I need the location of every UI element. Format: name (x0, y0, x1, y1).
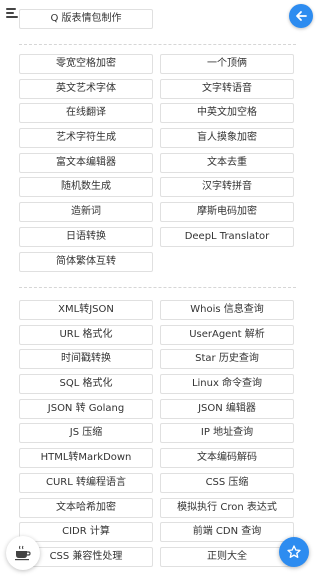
tool-button[interactable]: 正则大全 (160, 546, 294, 567)
tool-button[interactable]: 文本去重 (160, 152, 294, 173)
tool-button[interactable]: 前端 CDN 查询 (160, 522, 294, 543)
tool-button[interactable]: 简体繁体互转 (19, 251, 153, 272)
menu-icon[interactable] (6, 6, 20, 20)
tool-button[interactable]: CIDR 计算 (19, 522, 153, 543)
tool-button[interactable]: 模拟执行 Cron 表达式 (160, 497, 294, 518)
favorite-button[interactable] (279, 537, 309, 567)
tool-button[interactable]: URL 格式化 (19, 324, 153, 345)
tool-button[interactable]: JSON 编辑器 (160, 398, 294, 419)
tool-button[interactable]: 艺术字符生成 (19, 128, 153, 149)
tool-button[interactable]: 一个顶俩 (160, 54, 294, 74)
section-divider (19, 287, 296, 288)
tool-button[interactable]: 文字转语音 (160, 78, 294, 99)
star-icon (287, 545, 301, 558)
dev-tools-grid: XML转JSON Whois 信息查询 URL 格式化 UserAgent 解析 时间戳… (19, 300, 294, 567)
tool-button[interactable]: 盲人摸象加密 (160, 128, 294, 149)
tool-button-qban-emoji[interactable]: Q 版表情包制作 (19, 9, 153, 29)
tool-button[interactable]: 零宽空格加密 (19, 54, 153, 74)
tool-button[interactable]: 时间戳转换 (19, 349, 153, 370)
tool-button[interactable]: Whois 信息查询 (160, 300, 294, 320)
text-tools-grid: 零宽空格加密 一个顶俩 英文艺术字体 文字转语音 在线翻译 中英文加空格 艺术字符生成 盲人摸… (19, 54, 294, 272)
tool-button[interactable]: 文本哈希加密 (19, 497, 153, 518)
tool-button[interactable]: 汉字转拼音 (160, 177, 294, 198)
tool-button[interactable]: 造新词 (19, 202, 153, 223)
tool-button[interactable]: 英文艺术字体 (19, 78, 153, 99)
tool-button[interactable]: 富文本编辑器 (19, 152, 153, 173)
tool-button[interactable]: 文本编码解码 (160, 448, 294, 469)
tool-button[interactable]: 中英文加空格 (160, 103, 294, 124)
tool-button[interactable]: JS 压缩 (19, 423, 153, 444)
tool-button[interactable]: CSS 压缩 (160, 472, 294, 493)
back-button[interactable] (289, 4, 313, 28)
tool-button[interactable]: 随机数生成 (19, 177, 153, 198)
tool-button[interactable]: DeepL Translator (160, 226, 294, 247)
tool-button[interactable]: Linux 命令查询 (160, 374, 294, 395)
tool-button[interactable]: CURL 转编程语言 (19, 472, 153, 493)
tool-button[interactable]: 日语转换 (19, 226, 153, 247)
tool-button[interactable]: HTML转MarkDown (19, 448, 153, 469)
coffee-button[interactable] (6, 536, 40, 570)
arrow-left-icon (296, 11, 307, 21)
tool-button[interactable]: 摩斯电码加密 (160, 202, 294, 223)
tool-button[interactable]: UserAgent 解析 (160, 324, 294, 345)
coffee-cup-icon (15, 545, 31, 561)
tool-button[interactable]: XML转JSON (19, 300, 153, 320)
tool-button[interactable]: SQL 格式化 (19, 374, 153, 395)
tool-button[interactable]: Star 历史查询 (160, 349, 294, 370)
tool-button[interactable]: 在线翻译 (19, 103, 153, 124)
tool-button[interactable]: JSON 转 Golang (19, 398, 153, 419)
section-divider (19, 44, 296, 45)
tool-button[interactable]: IP 地址查询 (160, 423, 294, 444)
